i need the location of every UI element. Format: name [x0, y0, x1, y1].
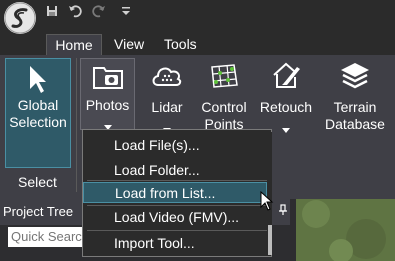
menu-item-load-from-list[interactable]: Load from List...	[83, 182, 267, 203]
house-brush-icon	[270, 61, 302, 93]
save-icon[interactable]	[44, 3, 60, 19]
map-viewport[interactable]	[296, 199, 395, 261]
control-points-label: Control Points	[201, 99, 247, 132]
customize-toolbar-icon[interactable]	[120, 3, 132, 19]
global-selection-button[interactable]: Global Selection	[5, 58, 71, 168]
photos-button[interactable]: Photos	[80, 58, 135, 130]
terrain-database-button[interactable]: Terrain Database	[322, 61, 388, 133]
pointer-icon	[28, 65, 48, 100]
mouse-cursor-icon	[260, 190, 274, 216]
menu-item-load-files[interactable]: Load File(s)...	[83, 135, 267, 156]
cloud-icon	[150, 61, 184, 93]
project-tree-title: Project Tree	[3, 204, 74, 219]
dropdown-scroll-thumb[interactable]	[268, 225, 272, 255]
grid-points-icon	[208, 61, 240, 93]
lidar-button[interactable]: Lidar	[143, 61, 191, 137]
ribbon-separator	[76, 58, 77, 192]
global-selection-label: Global Selection	[9, 97, 67, 130]
layers-icon	[339, 61, 371, 93]
control-points-button[interactable]: Control Points	[197, 61, 251, 133]
tab-view[interactable]: View	[114, 34, 144, 56]
menu-item-load-video[interactable]: Load Video (FMV)...	[83, 207, 267, 228]
menu-separator	[87, 230, 267, 231]
retouch-label: Retouch	[259, 99, 313, 115]
menu-item-import-tool[interactable]: Import Tool...	[83, 233, 267, 254]
lidar-label: Lidar	[151, 99, 183, 115]
redo-icon[interactable]	[90, 3, 108, 19]
chevron-down-icon	[282, 120, 290, 137]
photos-label: Photos	[85, 97, 130, 113]
tab-tools[interactable]: Tools	[164, 34, 197, 56]
undo-icon[interactable]	[66, 3, 84, 19]
photos-dropdown-menu: Load File(s)... Load Folder... Load from…	[82, 129, 272, 257]
group-label-select: Select	[18, 174, 57, 190]
menu-separator	[87, 205, 267, 206]
terrain-database-label: Terrain Database	[325, 99, 385, 132]
pin-icon[interactable]	[278, 203, 288, 221]
menu-item-load-folder[interactable]: Load Folder...	[83, 160, 267, 181]
tab-home[interactable]: Home	[46, 34, 102, 56]
retouch-button[interactable]: Retouch	[257, 61, 315, 137]
menu-separator	[87, 180, 267, 181]
app-logo-icon[interactable]	[4, 2, 36, 34]
quick-search-input[interactable]	[8, 227, 83, 247]
photos-folder-icon	[92, 62, 124, 95]
